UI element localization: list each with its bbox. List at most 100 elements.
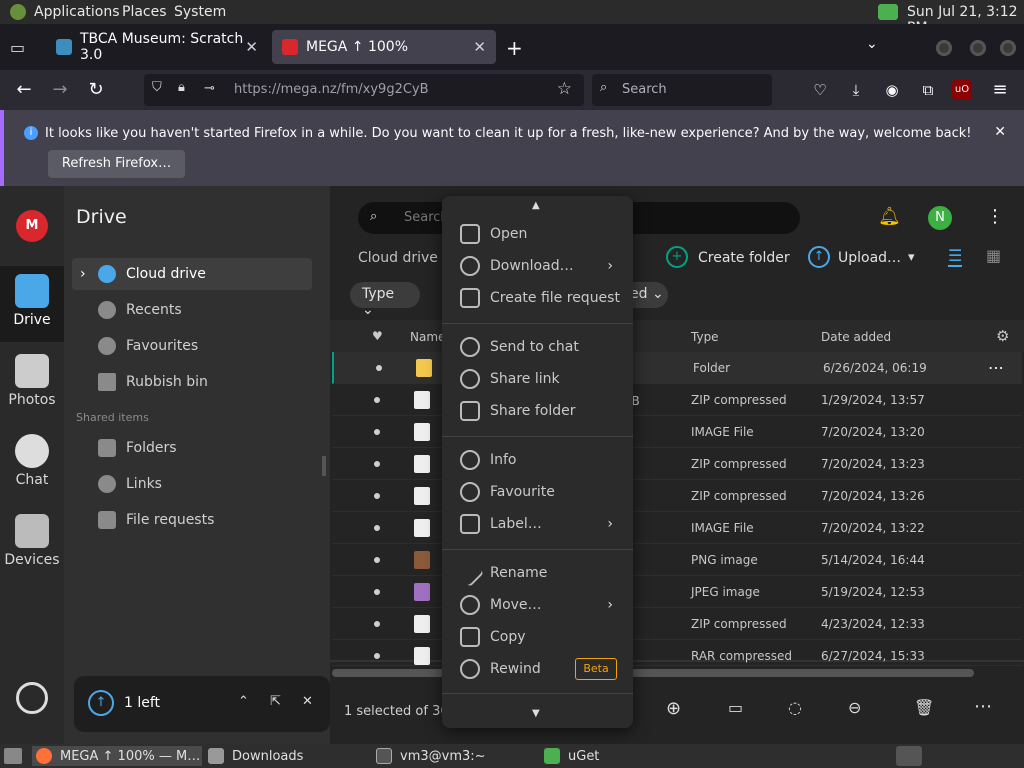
favourite-dot-icon[interactable] <box>374 589 380 595</box>
tab-overview-icon[interactable]: ▭ <box>10 38 25 57</box>
bookmark-star-icon[interactable]: ☆ <box>557 79 572 99</box>
nav-drive[interactable]: Drive <box>0 266 64 342</box>
sidebar-resize-handle[interactable] <box>322 456 326 476</box>
account-icon[interactable]: ◉ <box>880 78 904 102</box>
more-actions-icon[interactable]: ⋯ <box>974 696 992 717</box>
permissions-key-icon[interactable]: ⊸ <box>204 81 215 96</box>
taskbar-item-uget[interactable]: uGet <box>540 746 700 766</box>
storage-icon[interactable] <box>16 682 48 714</box>
scroll-down-icon[interactable]: ▼ <box>532 708 540 719</box>
taskbar-item-firefox[interactable]: MEGA ↑ 100% — M… <box>32 746 202 766</box>
new-tab-icon[interactable]: + <box>506 36 523 60</box>
close-window-icon[interactable] <box>1000 40 1016 56</box>
pocket-icon[interactable]: ♡ <box>808 78 832 102</box>
sidebar-item-recents[interactable]: Recents <box>72 294 312 326</box>
sidebar-item-file-requests[interactable]: File requests <box>72 504 312 536</box>
menu-share-folder[interactable]: Share folder <box>442 395 633 427</box>
mega-logo-icon[interactable]: M <box>16 210 48 242</box>
menu-places[interactable]: Places <box>122 4 167 20</box>
table-row[interactable]: Folder 6/26/2024, 06:19 ⋯ <box>332 352 1022 384</box>
tab-mega[interactable]: MEGA ↑ 100% ✕ <box>272 30 496 64</box>
favourite-dot-icon[interactable] <box>374 461 380 467</box>
favourite-dot-icon[interactable] <box>374 653 380 659</box>
menu-applications[interactable]: Applications <box>34 4 120 20</box>
menu-share-link[interactable]: Share link <box>442 363 633 395</box>
table-row[interactable]: ZIP compressed 7/20/2024, 13:26 <box>332 480 1022 512</box>
send-chat-action-icon[interactable]: ◌ <box>788 698 802 717</box>
column-settings-gear-icon[interactable]: ⚙ <box>996 327 1009 345</box>
bell-icon[interactable]: 🔔︎ <box>878 206 901 227</box>
close-transfer-icon[interactable]: ✕ <box>302 694 313 709</box>
favourite-dot-icon[interactable] <box>374 621 380 627</box>
table-row[interactable]: IMAGE File 7/20/2024, 13:20 <box>332 416 1022 448</box>
workspace-switcher-icon[interactable] <box>896 746 922 766</box>
more-vertical-icon[interactable]: ⋮ <box>986 206 1004 227</box>
name-column-header[interactable]: Name <box>410 330 445 344</box>
downloads-icon[interactable]: ⤓ <box>844 78 868 102</box>
grid-view-icon[interactable]: ▦ <box>986 246 1001 265</box>
url-text[interactable]: https://mega.nz/fm/xy9g2CyB <box>234 82 429 97</box>
show-desktop-icon[interactable] <box>4 748 22 764</box>
type-column-header[interactable]: Type <box>691 330 719 344</box>
table-row[interactable]: JPEG image 5/19/2024, 12:53 <box>332 576 1022 608</box>
sidebar-item-cloud-drive[interactable]: › Cloud drive <box>72 258 312 290</box>
type-filter-button[interactable]: Type ⌄ <box>350 282 420 318</box>
taskbar-item-terminal[interactable]: vm3@vm3:~ <box>372 746 532 766</box>
menu-rewind[interactable]: Rewind Beta <box>442 653 633 685</box>
upload-chevron-icon[interactable]: ▾ <box>908 250 915 265</box>
table-row[interactable]: IMAGE File 7/20/2024, 13:22 <box>332 512 1022 544</box>
favourite-dot-icon[interactable] <box>374 429 380 435</box>
search-field[interactable]: ⌕ Search <box>592 74 772 106</box>
expand-chevron-icon[interactable]: ⌃ <box>238 694 249 709</box>
favourite-dot-icon[interactable] <box>374 397 380 403</box>
favourite-dot-icon[interactable] <box>374 525 380 531</box>
minimize-icon[interactable] <box>936 40 952 56</box>
shield-icon[interactable]: ⛉ <box>152 80 162 95</box>
sidebar-item-rubbish[interactable]: Rubbish bin <box>72 366 312 398</box>
nav-devices[interactable]: Devices <box>0 506 64 582</box>
list-view-icon[interactable]: ☰ <box>948 246 963 267</box>
favourite-dot-icon[interactable] <box>374 493 380 499</box>
list-tabs-chevron-icon[interactable]: ⌄ <box>866 36 878 52</box>
close-tab-icon[interactable]: ✕ <box>473 38 486 56</box>
menu-download[interactable]: Download… › <box>442 250 633 282</box>
menu-label[interactable]: Label… › <box>442 508 633 540</box>
breadcrumb[interactable]: Cloud drive <box>358 250 438 266</box>
table-row[interactable]: ZIP compressed 1/29/2024, 13:57 <box>332 384 1022 416</box>
uget-tray-icon[interactable] <box>878 4 898 20</box>
open-transfers-icon[interactable]: ⇱ <box>270 694 281 709</box>
favourite-dot-icon[interactable] <box>374 557 380 563</box>
menu-hamburger-icon[interactable]: ≡ <box>988 78 1012 102</box>
chevron-right-icon[interactable]: › <box>80 266 86 282</box>
back-icon[interactable]: ← <box>12 78 36 102</box>
refresh-firefox-button[interactable]: Refresh Firefox… <box>48 150 185 178</box>
menu-info[interactable]: Info <box>442 444 633 476</box>
distro-logo-icon[interactable] <box>10 4 26 20</box>
taskbar-item-downloads[interactable]: Downloads <box>204 746 364 766</box>
ublock-icon[interactable]: uO <box>952 80 972 100</box>
delete-action-icon[interactable]: 🗑︎ <box>914 698 934 717</box>
favourite-dot-icon[interactable] <box>376 365 382 371</box>
scroll-up-icon[interactable]: ▲ <box>532 200 540 211</box>
close-notification-icon[interactable]: ✕ <box>994 124 1006 140</box>
extensions-icon[interactable]: ⧉ <box>916 78 940 102</box>
favourite-column-heart-icon[interactable]: ♥ <box>372 329 383 343</box>
url-bar[interactable]: ⛉ 🔒︎ ⊸ https://mega.nz/fm/xy9g2CyB ☆ <box>144 74 584 106</box>
table-row[interactable]: ZIP compressed 4/23/2024, 12:33 <box>332 608 1022 640</box>
link-action-icon[interactable]: ⊖ <box>848 698 861 717</box>
row-more-icon[interactable]: ⋯ <box>988 358 1004 377</box>
lock-icon[interactable]: 🔒︎ <box>178 80 185 95</box>
nav-photos[interactable]: Photos <box>0 346 64 422</box>
transfer-widget[interactable]: ↑ 1 left ⌃ ⇱ ✕ <box>74 676 330 732</box>
reload-icon[interactable]: ↻ <box>84 78 108 102</box>
menu-send-to-chat[interactable]: Send to chat <box>442 331 633 363</box>
upload-button[interactable]: Upload… <box>838 250 901 266</box>
menu-favourite[interactable]: Favourite <box>442 476 633 508</box>
tab-tbca[interactable]: TBCA Museum: Scratch 3.0 ✕ <box>46 30 268 64</box>
table-row[interactable]: PNG image 5/14/2024, 16:44 <box>332 544 1022 576</box>
maximize-icon[interactable] <box>970 40 986 56</box>
date-column-header[interactable]: Date added <box>821 330 891 344</box>
horizontal-scrollbar[interactable] <box>332 669 974 677</box>
menu-rename[interactable]: Rename <box>442 557 633 589</box>
menu-create-file-request[interactable]: Create file request <box>442 282 633 314</box>
